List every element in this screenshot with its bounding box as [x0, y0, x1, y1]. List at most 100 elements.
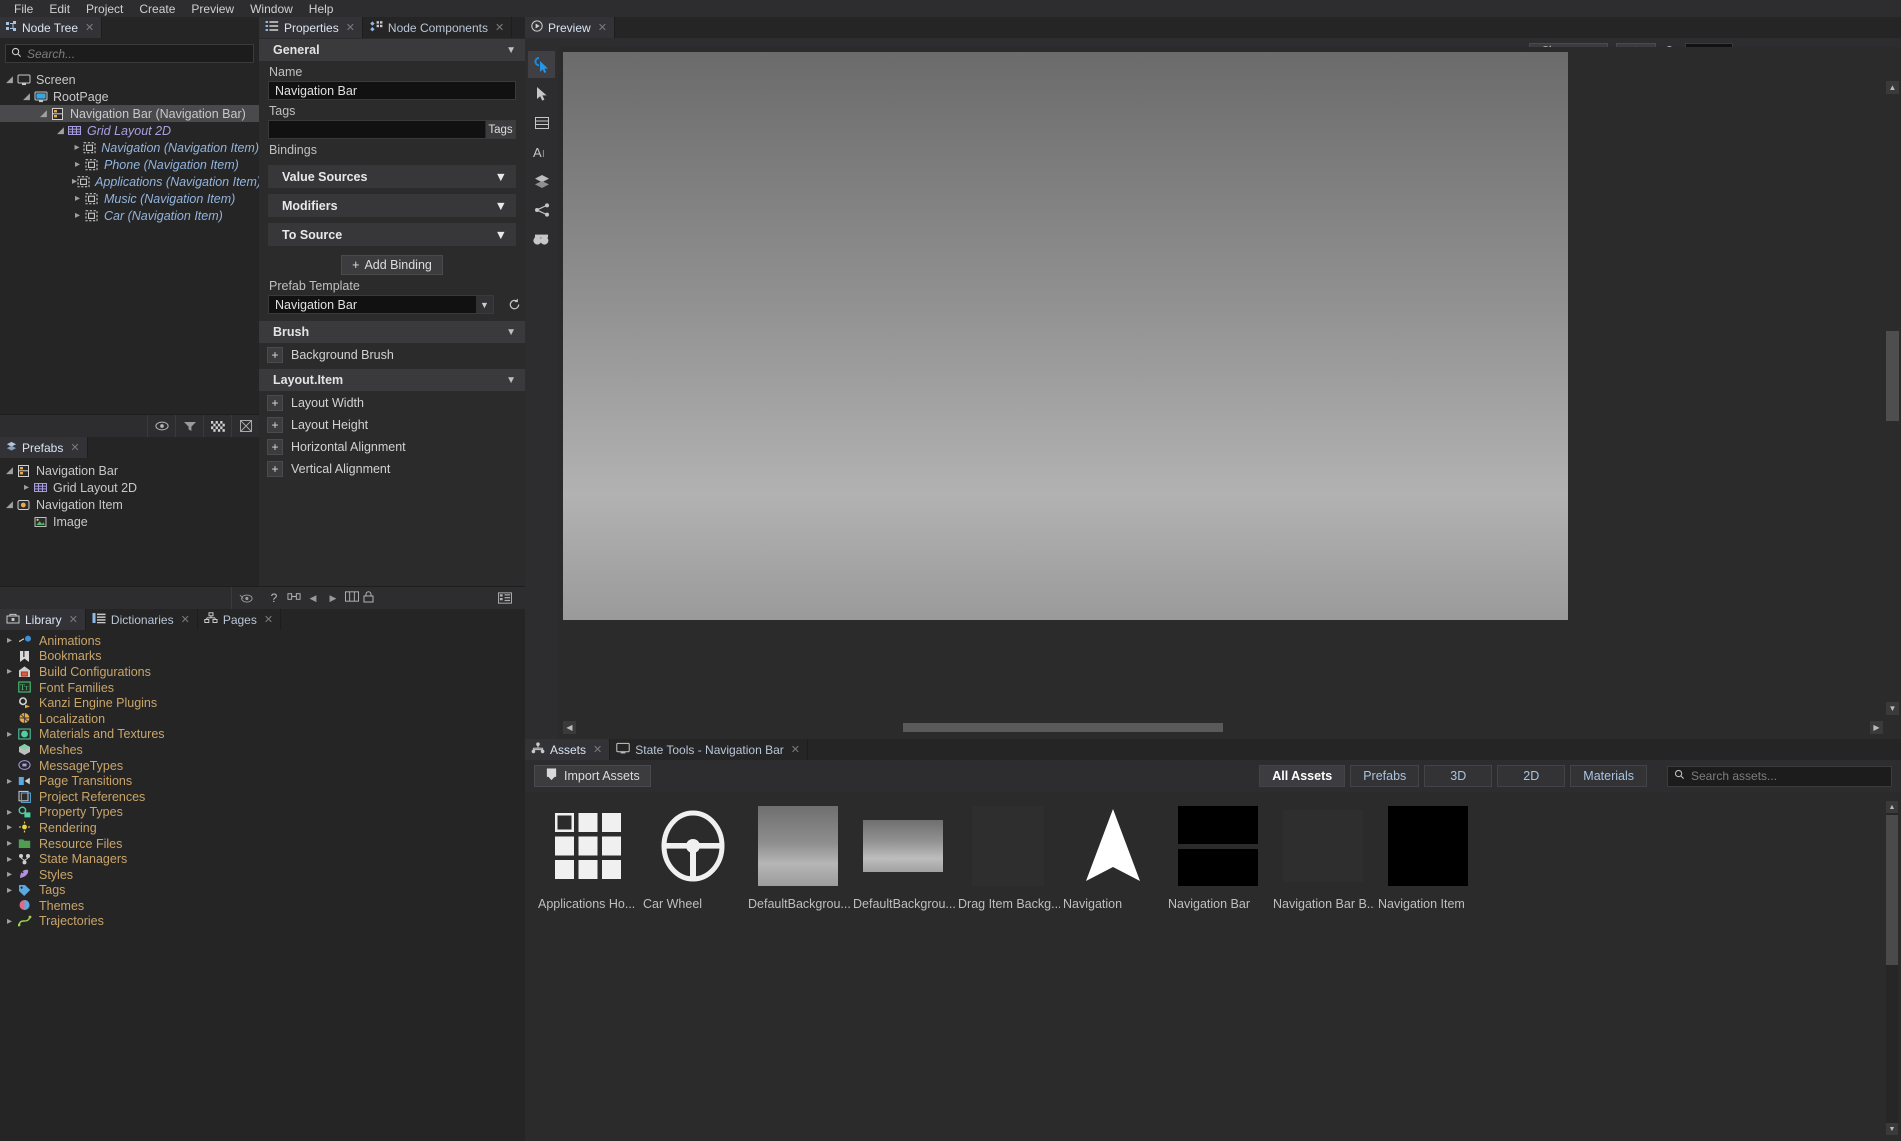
properties-options-icon[interactable]	[491, 587, 519, 609]
expand-arrow-icon[interactable]	[3, 838, 16, 849]
menu-item-window[interactable]: Window	[242, 1, 301, 17]
scroll-down-icon[interactable]: ▼	[1886, 702, 1899, 715]
section-brush[interactable]: Brush ▼	[259, 321, 525, 343]
asset-item[interactable]: Navigation Bar	[1165, 806, 1270, 911]
add-property-icon[interactable]: +	[267, 417, 283, 433]
tree-node-0[interactable]: Screen	[0, 71, 259, 88]
library-item-animations[interactable]: Animations	[0, 633, 525, 649]
assets-vertical-scrollbar[interactable]: ▲ ▼	[1886, 801, 1898, 1135]
expand-arrow-icon[interactable]	[3, 776, 16, 787]
tree-node-6[interactable]: Applications (Navigation Item)	[0, 173, 259, 190]
asset-filter-prefabs[interactable]: Prefabs	[1350, 765, 1419, 787]
expand-arrow-icon[interactable]	[3, 854, 16, 865]
layout-row-horizontal-alignment[interactable]: +Horizontal Alignment	[259, 436, 525, 457]
scroll-up-icon[interactable]: ▲	[1886, 81, 1899, 94]
checkerboard-icon[interactable]	[203, 415, 231, 437]
close-icon[interactable]: ✕	[181, 613, 190, 626]
expand-arrow-icon[interactable]	[3, 869, 16, 880]
chevron-down-icon[interactable]: ▼	[495, 228, 507, 242]
tab-node-tree[interactable]: Node Tree ✕	[0, 17, 102, 38]
prev-icon[interactable]: ◀	[305, 593, 321, 604]
library-item-messagetypes[interactable]: MessageTypes	[0, 758, 525, 774]
asset-filter-all-assets[interactable]: All Assets	[1259, 765, 1345, 787]
menu-item-create[interactable]: Create	[131, 1, 183, 17]
tree-node-8[interactable]: Car (Navigation Item)	[0, 207, 259, 224]
tree-node-3[interactable]: Image	[0, 513, 259, 530]
library-item-property-types[interactable]: Property Types	[0, 805, 525, 821]
expand-arrow-icon[interactable]	[3, 807, 16, 818]
tree-node-4[interactable]: Navigation (Navigation Item)	[0, 139, 259, 156]
expand-arrow-icon[interactable]	[3, 635, 16, 646]
tags-button[interactable]: Tags	[485, 121, 515, 138]
close-icon[interactable]: ✕	[598, 21, 607, 34]
name-field[interactable]: Navigation Bar	[268, 81, 516, 100]
layout-row-layout-width[interactable]: +Layout Width	[259, 392, 525, 413]
binding-group-value-sources[interactable]: Value Sources ▼	[268, 165, 516, 188]
options-icon[interactable]	[231, 415, 259, 437]
assets-search-input[interactable]: Search assets...	[1667, 766, 1892, 787]
pointer-tool-button[interactable]	[528, 80, 555, 107]
section-general[interactable]: General ▼	[259, 39, 525, 61]
close-icon[interactable]: ✕	[85, 21, 94, 34]
expand-arrow-icon[interactable]	[4, 74, 15, 85]
camera-tool-button[interactable]	[528, 225, 555, 252]
tab-state-tools-navigation-bar[interactable]: State Tools - Navigation Bar✕	[610, 739, 808, 760]
layout-tool-button[interactable]	[528, 109, 555, 136]
library-item-page-transitions[interactable]: Page Transitions	[0, 773, 525, 789]
expand-arrow-icon[interactable]	[72, 210, 83, 221]
chevron-down-icon[interactable]: ▼	[495, 170, 507, 184]
vertical-scroll-thumb[interactable]	[1886, 331, 1899, 421]
asset-filter-2d[interactable]: 2D	[1497, 765, 1565, 787]
reset-button[interactable]	[503, 298, 525, 311]
asset-item[interactable]: Navigation	[1060, 806, 1165, 911]
close-icon[interactable]: ✕	[346, 21, 355, 34]
asset-item[interactable]: DefaultBackgrou...	[850, 806, 955, 911]
tree-node-5[interactable]: Phone (Navigation Item)	[0, 156, 259, 173]
section-layout-item[interactable]: Layout.Item ▼	[259, 369, 525, 391]
expand-arrow-icon[interactable]	[55, 125, 66, 136]
asset-item[interactable]: Car Wheel	[640, 806, 745, 911]
chevron-down-icon[interactable]: ▼	[495, 199, 507, 213]
preview-horizontal-scrollbar[interactable]: ◀ ▶	[563, 721, 1883, 734]
close-icon[interactable]: ✕	[791, 743, 800, 756]
menu-item-help[interactable]: Help	[301, 1, 342, 17]
scroll-down-icon[interactable]: ▼	[1886, 1123, 1898, 1135]
expand-arrow-icon[interactable]	[21, 482, 32, 493]
chevron-down-icon[interactable]: ▼	[506, 45, 516, 56]
tab-prefabs[interactable]: Prefabs ✕	[0, 437, 88, 458]
layout-row-layout-height[interactable]: +Layout Height	[259, 414, 525, 435]
import-assets-button[interactable]: Import Assets	[534, 765, 651, 787]
add-property-icon[interactable]: +	[267, 439, 283, 455]
library-item-kanzi-engine-plugins[interactable]: Kanzi Engine Plugins	[0, 695, 525, 711]
tree-node-7[interactable]: Music (Navigation Item)	[0, 190, 259, 207]
expand-arrow-icon[interactable]	[3, 729, 16, 740]
library-item-rendering[interactable]: Rendering	[0, 820, 525, 836]
expand-arrow-icon[interactable]	[72, 142, 82, 153]
help-icon[interactable]: ?	[265, 591, 283, 605]
tags-field[interactable]: Tags	[268, 120, 516, 139]
lock-icon[interactable]	[363, 591, 374, 606]
library-item-localization[interactable]: Localization	[0, 711, 525, 727]
asset-filter-3d[interactable]: 3D	[1424, 765, 1492, 787]
expand-arrow-icon[interactable]	[72, 193, 83, 204]
prefab-template-select[interactable]: Navigation Bar ▼	[268, 295, 494, 314]
tab-dictionaries[interactable]: Dictionaries✕	[86, 609, 198, 630]
prefab-options-icon[interactable]	[231, 587, 259, 609]
tree-node-1[interactable]: RootPage	[0, 88, 259, 105]
library-item-themes[interactable]: Themes	[0, 898, 525, 914]
close-icon[interactable]: ✕	[70, 441, 79, 454]
scroll-right-icon[interactable]: ▶	[1870, 721, 1883, 734]
menu-item-file[interactable]: File	[6, 1, 41, 17]
grid-view-icon[interactable]	[345, 591, 359, 605]
filter-icon[interactable]	[175, 415, 203, 437]
menu-item-project[interactable]: Project	[78, 1, 131, 17]
expand-arrow-icon[interactable]	[3, 822, 16, 833]
layout-row-vertical-alignment[interactable]: +Vertical Alignment	[259, 458, 525, 479]
library-item-build-configurations[interactable]: Build Configurations	[0, 664, 525, 680]
select-touch-tool-button[interactable]	[528, 51, 555, 78]
node-search-input[interactable]: Search...	[5, 44, 254, 63]
add-binding-button[interactable]: + Add Binding	[341, 255, 443, 275]
asset-item[interactable]: DefaultBackgrou...	[745, 806, 850, 911]
asset-item[interactable]: Drag Item Backg...	[955, 806, 1060, 911]
add-property-icon[interactable]: +	[267, 395, 283, 411]
